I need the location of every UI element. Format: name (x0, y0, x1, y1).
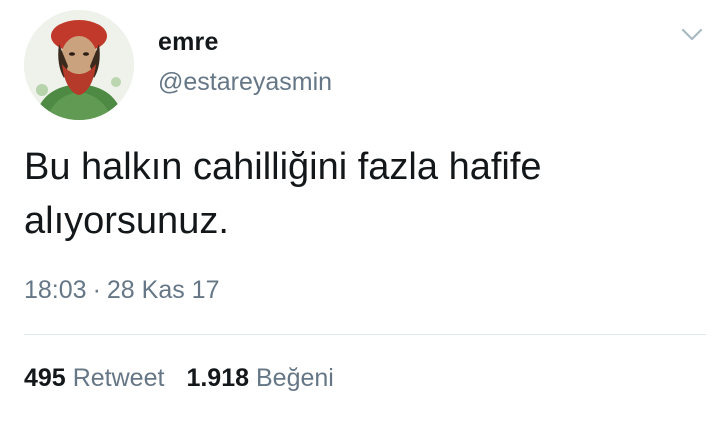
avatar[interactable] (24, 10, 134, 120)
tweet-card: emre @estareyasmin Bu halkın cahilliğini… (0, 0, 728, 421)
author-handle[interactable]: @estareyasmin (158, 68, 332, 97)
chevron-down-icon[interactable] (680, 24, 704, 46)
like-label: Beğeni (256, 364, 334, 392)
tweet-stats: 495 Retweet 1.918 Beğeni (24, 364, 334, 393)
tweet-time: 18:03 (24, 276, 87, 304)
meta-separator: · (92, 276, 101, 304)
author-display-name[interactable]: emre (158, 28, 219, 57)
retweet-stat[interactable]: 495 Retweet (24, 364, 164, 393)
retweet-label: Retweet (72, 364, 165, 392)
divider (24, 334, 706, 335)
tweet-date: 28 Kas 17 (106, 276, 220, 304)
retweet-count: 495 (24, 364, 66, 392)
tweet-timestamp[interactable]: 18:03 · 28 Kas 17 (24, 276, 219, 305)
tweet-text: Bu halkın cahilliğini fazla hafife alıyo… (24, 146, 542, 242)
like-count: 1.918 (186, 364, 249, 392)
like-stat[interactable]: 1.918 Beğeni (186, 364, 333, 393)
